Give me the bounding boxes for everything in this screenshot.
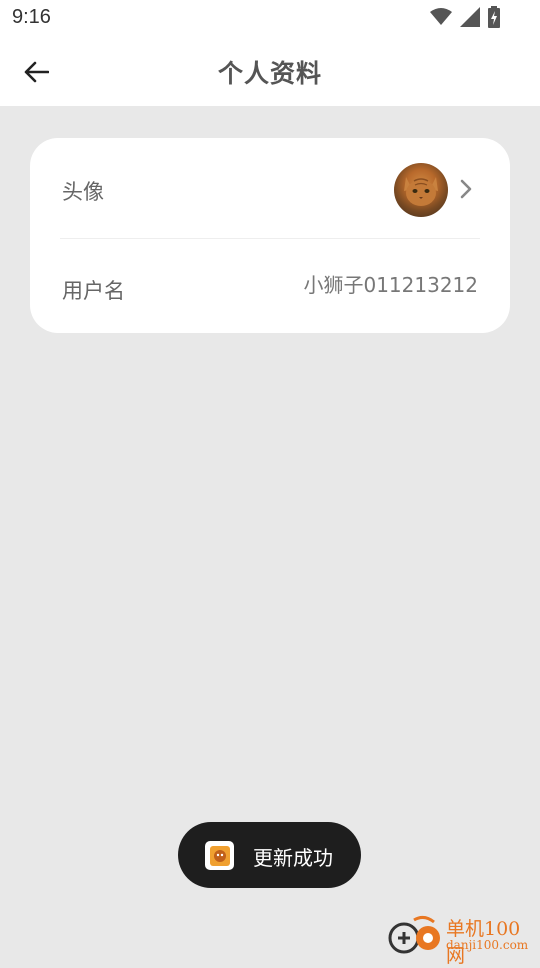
- chevron-right-icon: [456, 178, 476, 200]
- status-time: 9:16: [12, 6, 51, 29]
- username-row[interactable]: 用户名 小狮子011213212: [30, 239, 510, 333]
- watermark: 单机100网 danji100.com: [384, 914, 536, 958]
- wifi-icon: [430, 8, 452, 26]
- avatar-row[interactable]: 头像: [30, 138, 510, 239]
- app-icon: [205, 841, 234, 870]
- watermark-logo-icon: [384, 914, 444, 958]
- top-app-bar: 个人资料: [0, 36, 540, 106]
- toast: 更新成功: [178, 822, 361, 888]
- status-bar: 9:16: [0, 0, 540, 36]
- avatar-label: 头像: [62, 176, 104, 206]
- profile-card: 头像 用户名 小狮子011213212: [30, 138, 510, 333]
- avatar[interactable]: [394, 163, 448, 217]
- status-icons: [430, 6, 500, 28]
- username-label: 用户名: [62, 275, 125, 305]
- watermark-url: danji100.com: [446, 938, 528, 952]
- signal-icon: [460, 7, 480, 27]
- toast-message: 更新成功: [253, 842, 333, 871]
- page-title: 个人资料: [0, 54, 540, 90]
- cat-avatar-image: [394, 163, 448, 217]
- username-value: 小狮子011213212: [303, 269, 478, 298]
- battery-charging-icon: [488, 6, 500, 28]
